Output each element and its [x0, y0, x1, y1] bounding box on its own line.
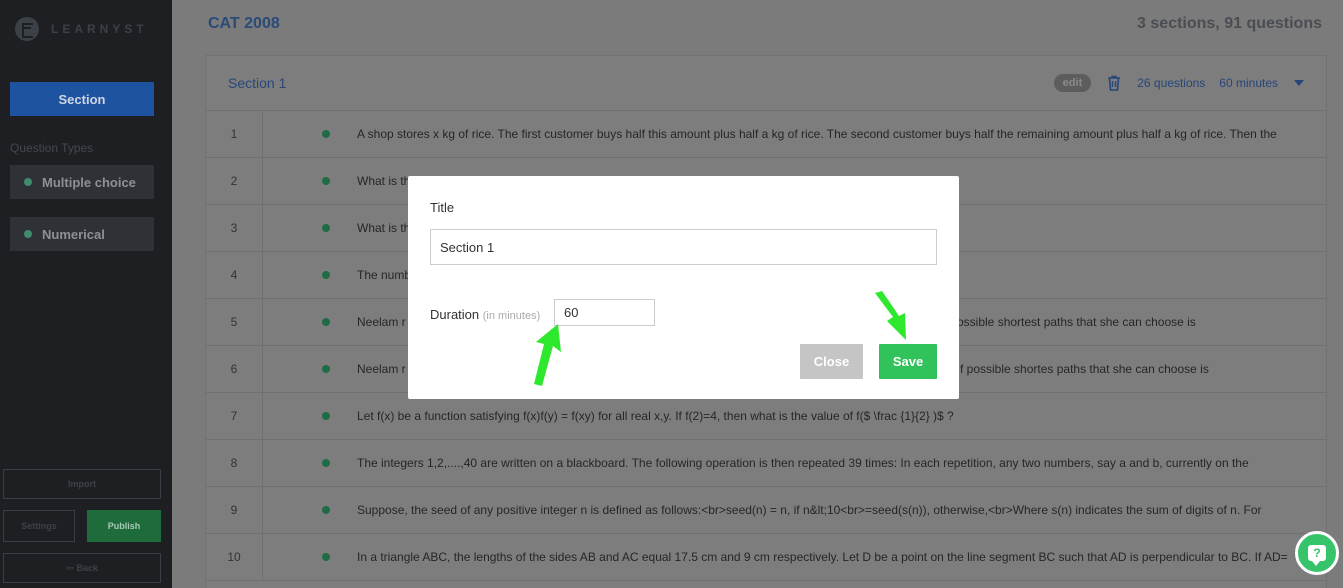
page-summary: 3 sections, 91 questions	[1137, 15, 1322, 32]
question-row[interactable]: 7 Let f(x) be a function satisfying f(x)…	[206, 393, 1326, 440]
trash-icon[interactable]	[1105, 74, 1123, 92]
status-dot-icon	[24, 230, 32, 238]
question-row[interactable]: 1 A shop stores x kg of rice. The first …	[206, 111, 1326, 158]
title-label: Title	[430, 200, 455, 215]
question-type-dot-icon	[322, 459, 330, 467]
duration-hint: (in minutes)	[482, 310, 541, 322]
question-type-dot-icon	[322, 365, 330, 373]
question-type-dot-icon	[322, 506, 330, 514]
question-type-multiple-choice[interactable]: Multiple choice	[10, 165, 154, 199]
question-type-dot-icon	[322, 271, 330, 279]
row-divider	[262, 299, 263, 345]
back-label: Back	[76, 563, 99, 573]
help-chat-button[interactable]: ?	[1295, 531, 1339, 575]
row-divider	[262, 534, 263, 580]
settings-button[interactable]: Settings	[3, 510, 75, 542]
annotation-arrow-icon	[875, 291, 906, 340]
duration-label-text: Duration	[430, 307, 480, 322]
save-button[interactable]: Save	[879, 344, 937, 379]
question-number: 6	[230, 362, 238, 376]
close-button[interactable]: Close	[800, 344, 863, 379]
question-text: A shop stores x kg of rice. The first cu…	[357, 127, 1277, 141]
question-type-dot-icon	[322, 224, 330, 232]
add-section-button[interactable]: Section	[10, 82, 154, 116]
question-types-label: Question Types	[10, 141, 94, 155]
edit-section-button[interactable]: edit	[1053, 74, 1092, 92]
section-duration: 60 minutes	[1219, 76, 1278, 90]
questions-count: 26 questions	[1137, 76, 1206, 90]
question-number: 1	[230, 127, 238, 141]
row-divider	[262, 205, 263, 251]
edit-section-modal: Title Duration (in minutes) Close Save	[408, 176, 959, 399]
question-type-numerical[interactable]: Numerical	[10, 217, 154, 251]
row-divider	[262, 346, 263, 392]
question-type-dot-icon	[322, 130, 330, 138]
question-number: 5	[230, 315, 238, 329]
annotation-arrow-icon	[534, 324, 561, 386]
question-type-dot-icon	[322, 318, 330, 326]
brand-logo[interactable]: LEARNYST	[15, 17, 148, 41]
duration-label: Duration (in minutes)	[430, 307, 540, 322]
question-number: 2	[230, 174, 238, 188]
question-text-tail: f possible shortes paths that she can ch…	[960, 362, 1209, 376]
sidebar: LEARNYST Section Question Types Multiple…	[0, 0, 172, 588]
publish-button[interactable]: Publish	[87, 510, 161, 542]
question-number: 8	[230, 456, 238, 470]
section-title: Section 1	[228, 75, 287, 91]
duration-input[interactable]	[554, 299, 655, 326]
import-button[interactable]: Import	[3, 469, 161, 499]
question-number: 9	[230, 503, 238, 517]
status-dot-icon	[24, 178, 32, 186]
question-type-dot-icon	[322, 553, 330, 561]
question-row[interactable]: 8 The integers 1,2,....,40 are written o…	[206, 440, 1326, 487]
row-divider	[262, 393, 263, 439]
row-divider	[262, 158, 263, 204]
section-tools: edit 26 questions 60 minutes	[1053, 74, 1304, 92]
row-divider	[262, 111, 263, 157]
chevron-down-icon[interactable]	[1294, 80, 1304, 86]
back-button[interactable]: ⇦ Back	[3, 553, 161, 583]
question-number: 3	[230, 221, 238, 235]
question-type-dot-icon	[322, 412, 330, 420]
question-text: In a triangle ABC, the lengths of the si…	[357, 550, 1288, 564]
question-number: 4	[230, 268, 238, 282]
question-text-tail: ossible shortest paths that she can choo…	[957, 315, 1196, 329]
row-divider	[262, 252, 263, 298]
row-divider	[262, 440, 263, 486]
question-type-dot-icon	[322, 177, 330, 185]
question-row[interactable]: 10 In a triangle ABC, the lengths of the…	[206, 534, 1326, 581]
question-type-label: Numerical	[42, 226, 105, 242]
question-type-label: Multiple choice	[42, 174, 136, 190]
question-number: 7	[230, 409, 238, 423]
question-text: The integers 1,2,....,40 are written on …	[357, 456, 1249, 470]
logo-icon	[15, 17, 39, 41]
question-number: 10	[227, 550, 241, 564]
row-divider	[262, 487, 263, 533]
question-text: Suppose, the seed of any positive intege…	[357, 503, 1262, 517]
title-input[interactable]	[430, 229, 937, 265]
section-header: Section 1 edit 26 questions 60 minutes	[206, 56, 1326, 111]
brand-name: LEARNYST	[51, 22, 148, 36]
page-title: CAT 2008	[208, 15, 280, 32]
question-row[interactable]: 9 Suppose, the seed of any positive inte…	[206, 487, 1326, 534]
question-text: Let f(x) be a function satisfying f(x)f(…	[357, 409, 954, 423]
chat-help-icon: ?	[1308, 545, 1326, 566]
back-arrow-icon: ⇦	[65, 562, 74, 573]
